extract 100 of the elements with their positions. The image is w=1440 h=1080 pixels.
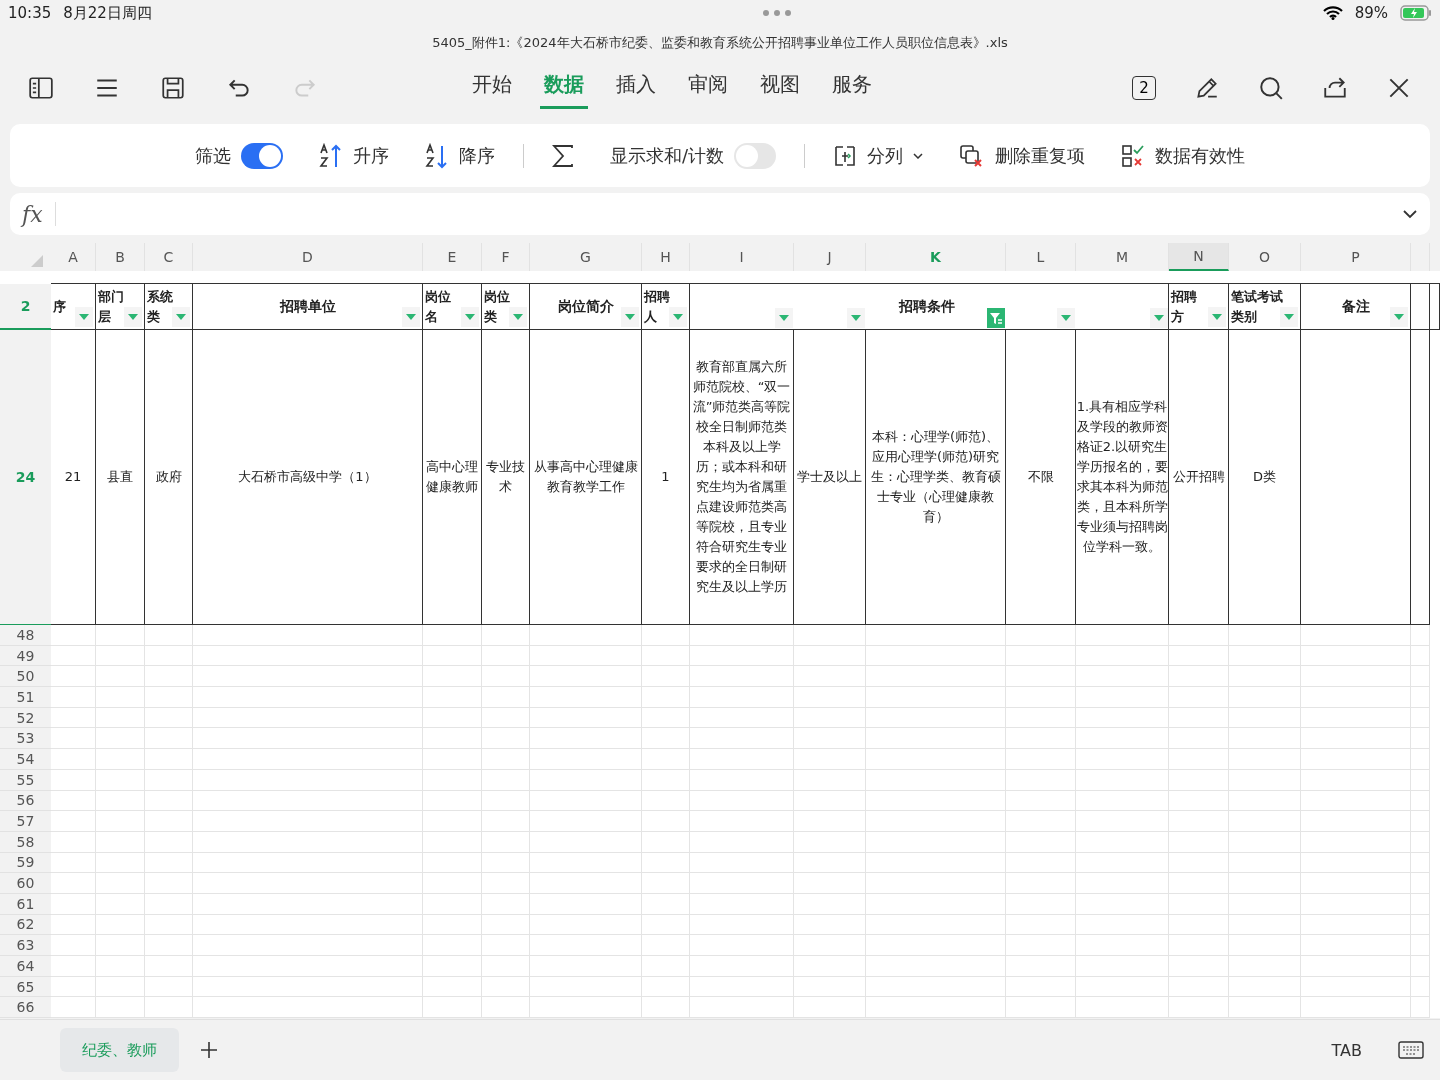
column-title: 序 bbox=[53, 297, 66, 316]
row-number[interactable]: 53 bbox=[0, 728, 51, 750]
tab-key-button[interactable]: TAB bbox=[1325, 1039, 1368, 1061]
add-sheet-icon[interactable] bbox=[199, 1040, 219, 1060]
table-cell[interactable]: 高中心理健康教师 bbox=[423, 330, 482, 625]
sort-button[interactable]: 升序 bbox=[318, 142, 389, 169]
row-number[interactable]: 54 bbox=[0, 749, 51, 770]
table-cell[interactable]: 专业技术 bbox=[482, 330, 530, 625]
split-columns-button[interactable]: 分列 bbox=[833, 143, 924, 168]
row-number[interactable]: 61 bbox=[0, 893, 51, 915]
toggle-switch[interactable] bbox=[240, 142, 283, 169]
dropdown-arrow-icon bbox=[1284, 314, 1294, 320]
table-cell[interactable]: D类 bbox=[1229, 330, 1301, 625]
table-cell[interactable]: 本科：心理学(师范)、应用心理学(师范)研究生：心理学类、教育硕士专业（心理健康教育） bbox=[866, 330, 1006, 625]
sum-icon[interactable] bbox=[551, 143, 574, 168]
column-title: 招聘方 bbox=[1171, 287, 1197, 326]
row-number[interactable]: 64 bbox=[0, 956, 51, 977]
filter-dropdown[interactable] bbox=[621, 307, 639, 327]
table-cell[interactable]: 教育部直属六所师范院校、“双一流”师范类高等院校全日制师范类本科及以上学历；或本科和研究生均为省属重点建设师范类高等院校，且专业符合研究生专业要求的全日制研究生及以上学历 bbox=[690, 330, 794, 625]
filter-dropdown[interactable] bbox=[1280, 307, 1298, 327]
row-number[interactable]: 48 bbox=[0, 625, 51, 646]
filter-dropdown[interactable] bbox=[461, 307, 479, 327]
row-number[interactable]: 66 bbox=[0, 997, 51, 1019]
validation-icon bbox=[1121, 143, 1146, 168]
table-cell[interactable]: 1 bbox=[642, 330, 690, 625]
remove-duplicates-button[interactable]: 删除重复项 bbox=[959, 143, 1086, 168]
row-number[interactable]: 50 bbox=[0, 666, 51, 688]
sort-button[interactable]: 降序 bbox=[424, 142, 495, 169]
expand-chevron-icon[interactable] bbox=[1402, 209, 1418, 219]
filter-dropdown[interactable] bbox=[509, 307, 527, 327]
ribbon-tab[interactable]: 视图 bbox=[756, 67, 804, 109]
filter-dropdown[interactable] bbox=[987, 308, 1005, 328]
data-validation-button[interactable]: 数据有效性 bbox=[1121, 143, 1246, 168]
dropdown-arrow-icon bbox=[625, 314, 635, 320]
column-title: 招聘单位 bbox=[279, 297, 336, 316]
toggle-label: 显示求和/计数 bbox=[609, 143, 725, 168]
row-number[interactable]: 60 bbox=[0, 873, 51, 894]
column-header[interactable]: N bbox=[1169, 243, 1229, 271]
battery-percent: 89% bbox=[1354, 4, 1388, 22]
filter-dropdown[interactable] bbox=[669, 307, 687, 327]
column-title: 岗位简介 bbox=[557, 297, 614, 316]
toggle-switch[interactable] bbox=[734, 142, 777, 169]
ribbon-tab[interactable]: 审阅 bbox=[684, 67, 732, 109]
filter-dropdown[interactable] bbox=[1390, 307, 1408, 327]
row-number[interactable]: 59 bbox=[0, 852, 51, 874]
ribbon-tab[interactable]: 插入 bbox=[612, 67, 660, 109]
dropdown-arrow-icon bbox=[779, 315, 789, 321]
filter-dropdown[interactable] bbox=[75, 307, 93, 327]
column-title: 部门层 bbox=[98, 287, 124, 326]
dropdown-arrow-icon bbox=[406, 314, 416, 320]
table-cell[interactable]: 县直 bbox=[96, 330, 145, 625]
row-number[interactable]: 52 bbox=[0, 707, 51, 729]
ribbon-tab[interactable]: 开始 bbox=[468, 67, 516, 109]
filter-dropdown[interactable] bbox=[124, 307, 142, 327]
split-columns-icon bbox=[833, 143, 858, 168]
row-number[interactable]: 56 bbox=[0, 790, 51, 812]
share-icon[interactable] bbox=[1322, 75, 1348, 101]
table-cell[interactable]: 大石桥市高级中学（1） bbox=[193, 330, 423, 625]
table-cell[interactable]: 公开招聘 bbox=[1169, 330, 1229, 625]
ribbon-tab[interactable]: 服务 bbox=[828, 67, 876, 109]
formula-bar[interactable]: fx bbox=[10, 193, 1430, 235]
search-icon[interactable] bbox=[1258, 75, 1284, 101]
filter-dropdown[interactable] bbox=[847, 308, 865, 328]
row-number[interactable]: 57 bbox=[0, 811, 51, 832]
sidebar-icon[interactable] bbox=[28, 75, 54, 101]
battery-icon bbox=[1400, 5, 1432, 21]
table-cell[interactable]: 1.具有相应学科及学段的教师资格证2.以研究生学历报名的，要求其本科为师范类，且本科所学专业须与招聘岗位学科一致。 bbox=[1076, 330, 1169, 625]
row-number[interactable]: 51 bbox=[0, 687, 51, 708]
table-cell[interactable]: 不限 bbox=[1006, 330, 1076, 625]
row-number[interactable]: 63 bbox=[0, 935, 51, 956]
column-title: 招聘人 bbox=[644, 287, 670, 326]
filter-dropdown[interactable] bbox=[1208, 307, 1226, 327]
select-all-icon[interactable] bbox=[31, 255, 43, 267]
window-count-button[interactable]: 2 bbox=[1132, 76, 1156, 100]
pen-icon[interactable] bbox=[1194, 75, 1220, 101]
filter-dropdown[interactable] bbox=[1150, 308, 1168, 328]
row-number[interactable]: 58 bbox=[0, 831, 51, 853]
filter-dropdown[interactable] bbox=[775, 308, 793, 328]
filter-dropdown[interactable] bbox=[402, 307, 420, 327]
row-number[interactable]: 62 bbox=[0, 914, 51, 936]
table-cell[interactable]: 学士及以上 bbox=[794, 330, 866, 625]
table-cell[interactable]: 从事高中心理健康教育教学工作 bbox=[530, 330, 642, 625]
dropdown-arrow-icon bbox=[1212, 314, 1222, 320]
filter-dropdown[interactable] bbox=[172, 307, 190, 327]
dropdown-arrow-icon bbox=[851, 315, 861, 321]
save-icon[interactable] bbox=[160, 75, 186, 101]
dropdown-arrow-icon bbox=[128, 314, 138, 320]
dropdown-arrow-icon bbox=[176, 314, 186, 320]
column-title: 备注 bbox=[1341, 297, 1370, 316]
row-number[interactable]: 55 bbox=[0, 769, 51, 791]
table-cell[interactable]: 21 bbox=[51, 330, 96, 625]
row-number[interactable]: 65 bbox=[0, 976, 51, 998]
more-dots-icon[interactable] bbox=[762, 9, 793, 17]
empty-cell[interactable] bbox=[1301, 330, 1411, 625]
empty-cell[interactable] bbox=[1411, 330, 1430, 625]
column-title: 岗位名 bbox=[425, 287, 451, 326]
filter-dropdown[interactable] bbox=[1057, 308, 1075, 328]
keyboard-icon[interactable] bbox=[1398, 1041, 1424, 1059]
row-number[interactable]: 49 bbox=[0, 645, 51, 667]
table-cell[interactable]: 政府 bbox=[145, 330, 193, 625]
